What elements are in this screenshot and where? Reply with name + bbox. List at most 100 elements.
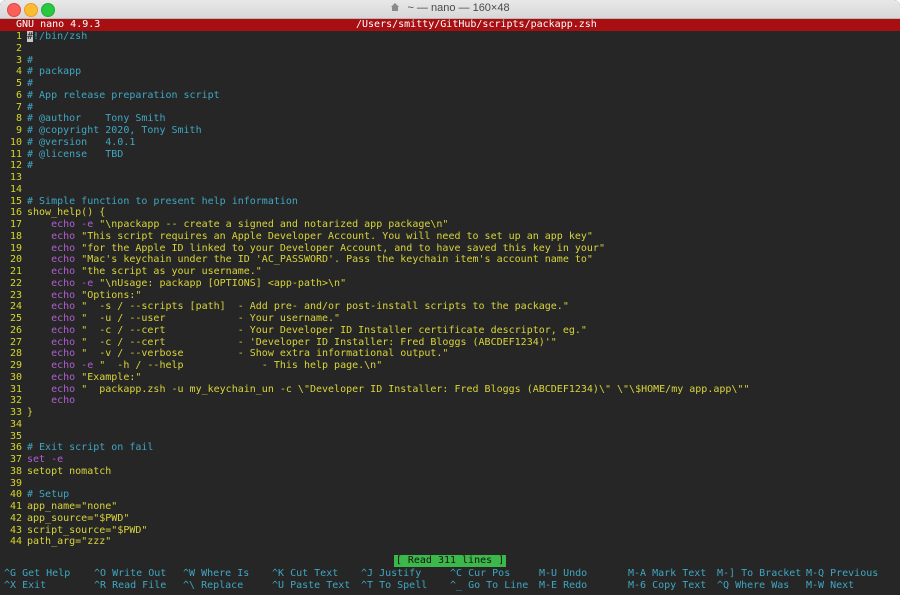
editor-line[interactable]: 23 echo "Options:" (0, 290, 900, 302)
window-titlebar[interactable]: ~ — nano — 160×48 (0, 0, 900, 19)
editor-line[interactable]: 42 app_source="$PWD" (0, 513, 900, 525)
editor-line[interactable]: 24 echo " -s / --scripts [path] - Add pr… (0, 301, 900, 313)
shortcut-item[interactable]: ^O Write Out (94, 568, 166, 580)
line-code[interactable]: show_help() { (27, 207, 105, 219)
line-code[interactable]: } (27, 407, 33, 419)
line-code[interactable]: echo -e "\nUsage: packapp [OPTIONS] <app… (27, 278, 346, 290)
line-code[interactable]: # (27, 160, 33, 172)
editor-line[interactable]: 41 app_name="none" (0, 501, 900, 513)
editor-line[interactable]: 30 echo "Example:" (0, 372, 900, 384)
editor-line[interactable]: 34 (0, 419, 900, 431)
line-code[interactable]: # @copyright 2020, Tony Smith (27, 125, 202, 137)
line-code[interactable]: path_arg="zzz" (27, 536, 111, 548)
editor-line[interactable]: 28 echo " -v / --verbose - Show extra in… (0, 348, 900, 360)
line-code[interactable]: echo "This script requires an Apple Deve… (27, 231, 593, 243)
line-code[interactable]: echo "the script as your username." (27, 266, 262, 278)
editor-line[interactable]: 12 # (0, 160, 900, 172)
shortcut-item[interactable]: ^U Paste Text (272, 580, 350, 592)
editor-line[interactable]: 40 # Setup (0, 489, 900, 501)
editor-line[interactable]: 31 echo " packapp.zsh -u my_keychain_un … (0, 384, 900, 396)
line-code[interactable]: # Setup (27, 489, 69, 501)
line-code[interactable]: set -e (27, 454, 63, 466)
line-code[interactable]: echo " -c / --cert - Your Developer ID I… (27, 325, 587, 337)
line-code[interactable]: app_source="$PWD" (27, 513, 129, 525)
editor-line[interactable]: 36 # Exit script on fail (0, 442, 900, 454)
editor-line[interactable]: 13 (0, 172, 900, 184)
editor-line[interactable]: 44 path_arg="zzz" (0, 536, 900, 548)
editor-line[interactable]: 7 # (0, 102, 900, 114)
editor-line[interactable]: 27 echo " -c / --cert - 'Developer ID In… (0, 337, 900, 349)
line-code[interactable]: # @version 4.0.1 (27, 137, 135, 149)
editor-line[interactable]: 5 # (0, 78, 900, 90)
editor-line[interactable]: 3 # (0, 55, 900, 67)
shortcut-item[interactable]: ^R Read File (94, 580, 166, 592)
shortcut-item[interactable]: M-Q Previous (806, 568, 878, 580)
shortcut-item[interactable]: M-6 Copy Text (628, 580, 706, 592)
shortcut-item[interactable]: M-] To Bracket (717, 568, 801, 580)
shortcut-item[interactable]: ^X Exit (4, 580, 46, 592)
editor-line[interactable]: 2 (0, 43, 900, 55)
line-code[interactable]: # Simple function to present help inform… (27, 196, 298, 208)
editor-line[interactable]: 18 echo "This script requires an Apple D… (0, 231, 900, 243)
shortcut-item[interactable]: ^\ Replace (183, 580, 243, 592)
editor-line[interactable]: 39 (0, 478, 900, 490)
line-code[interactable]: echo "Mac's keychain under the ID 'AC_PA… (27, 254, 593, 266)
shortcut-item[interactable]: ^G Get Help (4, 568, 70, 580)
line-code[interactable]: echo " -c / --cert - 'Developer ID Insta… (27, 337, 557, 349)
shortcut-item[interactable]: M-U Undo (539, 568, 587, 580)
shortcut-item[interactable]: ^K Cut Text (272, 568, 338, 580)
line-code[interactable]: # (27, 102, 33, 114)
shortcut-item[interactable]: ^C Cur Pos (450, 568, 510, 580)
shortcut-item[interactable]: ^_ Go To Line (450, 580, 528, 592)
line-code[interactable]: echo (27, 395, 75, 407)
editor-line[interactable]: 29 echo -e " -h / --help - This help pag… (0, 360, 900, 372)
editor-line[interactable]: 43 script_source="$PWD" (0, 525, 900, 537)
editor-line[interactable]: 25 echo " -u / --user - Your username." (0, 313, 900, 325)
editor-line[interactable]: 4 # packapp (0, 66, 900, 78)
editor-line[interactable]: 11 # @license TBD (0, 149, 900, 161)
editor-line[interactable]: 17 echo -e "\npackapp -- create a signed… (0, 219, 900, 231)
line-code[interactable]: # (27, 55, 33, 67)
editor-line[interactable]: 6 # App release preparation script (0, 90, 900, 102)
line-code[interactable]: echo " -s / --scripts [path] - Add pre- … (27, 301, 569, 313)
line-code[interactable]: setopt nomatch (27, 466, 111, 478)
line-code[interactable]: echo " packapp.zsh -u my_keychain_un -c … (27, 384, 749, 396)
editor-line[interactable]: 35 (0, 431, 900, 443)
shortcut-item[interactable]: ^T To Spell (361, 580, 427, 592)
editor-line[interactable]: 21 echo "the script as your username." (0, 266, 900, 278)
editor-line[interactable]: 15 # Simple function to present help info… (0, 196, 900, 208)
shortcut-item[interactable]: ^Q Where Was (717, 580, 789, 592)
shortcut-item[interactable]: M-E Redo (539, 580, 587, 592)
line-code[interactable]: echo -e "\npackapp -- create a signed an… (27, 219, 448, 231)
line-code[interactable]: echo " -u / --user - Your username." (27, 313, 340, 325)
shortcut-item[interactable]: M-A Mark Text (628, 568, 706, 580)
shortcut-item[interactable]: ^J Justify (361, 568, 421, 580)
line-code[interactable]: echo " -v / --verbose - Show extra infor… (27, 348, 448, 360)
editor-line[interactable]: 10 # @version 4.0.1 (0, 137, 900, 149)
shortcut-item[interactable]: M-W Next (806, 580, 854, 592)
line-code[interactable]: echo -e " -h / --help - This help page.\… (27, 360, 382, 372)
editor-line[interactable]: 38 setopt nomatch (0, 466, 900, 478)
line-code[interactable]: # (27, 78, 33, 90)
line-code[interactable]: echo "Example:" (27, 372, 141, 384)
editor-line[interactable]: 33} (0, 407, 900, 419)
shortcut-item[interactable]: ^W Where Is (183, 568, 249, 580)
line-code[interactable]: # packapp (27, 66, 81, 78)
line-code[interactable]: # @author Tony Smith (27, 113, 165, 125)
editor-line[interactable]: 8 # @author Tony Smith (0, 113, 900, 125)
editor-line[interactable]: 26 echo " -c / --cert - Your Developer I… (0, 325, 900, 337)
line-code[interactable]: # Exit script on fail (27, 442, 153, 454)
editor-line[interactable]: 16 show_help() { (0, 207, 900, 219)
editor-line[interactable]: 20 echo "Mac's keychain under the ID 'AC… (0, 254, 900, 266)
editor-line[interactable]: 37 set -e (0, 454, 900, 466)
line-code[interactable]: echo "for the Apple ID linked to your De… (27, 243, 605, 255)
line-code[interactable]: #!/bin/zsh (27, 31, 87, 43)
line-code[interactable]: # App release preparation script (27, 90, 220, 102)
editor-line[interactable]: 19 echo "for the Apple ID linked to your… (0, 243, 900, 255)
editor-area[interactable]: 1 #!/bin/zsh 2 3 #4 # packapp 5 #6 # App release… (0, 31, 900, 548)
line-code[interactable]: echo "Options:" (27, 290, 141, 302)
line-code[interactable]: app_name="none" (27, 501, 117, 513)
line-code[interactable]: # @license TBD (27, 149, 123, 161)
editor-line[interactable]: 1 #!/bin/zsh (0, 31, 900, 43)
editor-line[interactable]: 22 echo -e "\nUsage: packapp [OPTIONS] <… (0, 278, 900, 290)
